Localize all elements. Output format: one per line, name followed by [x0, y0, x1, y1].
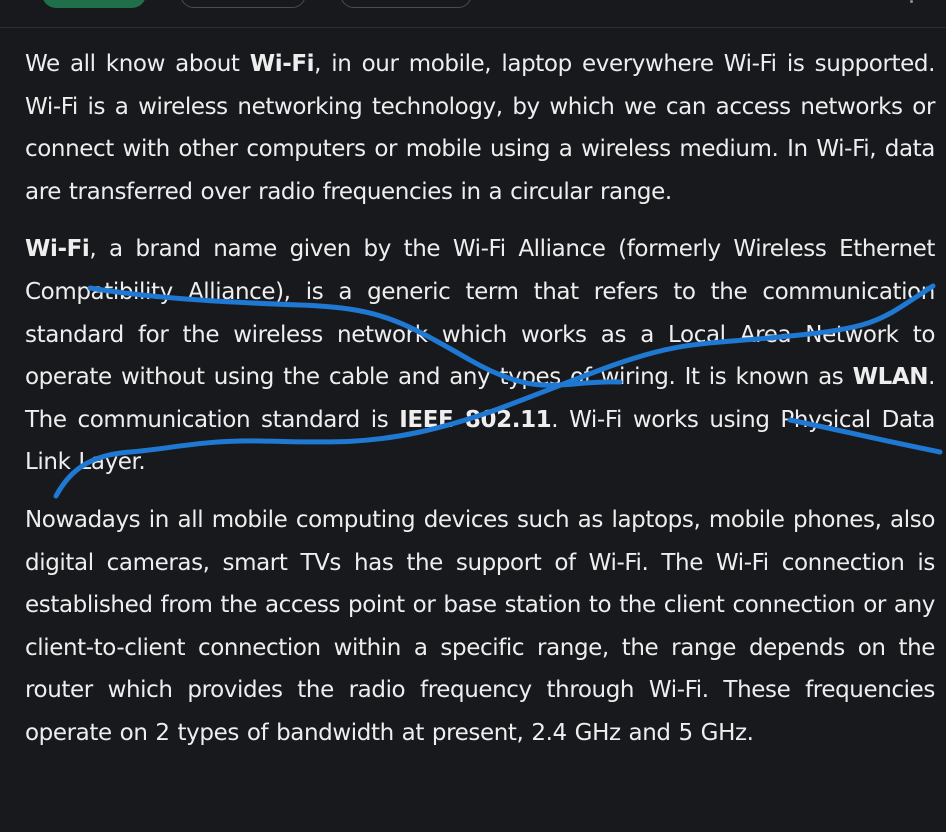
more-options-icon[interactable]	[910, 0, 913, 3]
top-toolbar	[0, 0, 946, 28]
paragraph-intro: We all know about Wi-Fi, in our mobile, …	[25, 43, 935, 213]
tertiary-tab-button[interactable]	[340, 0, 472, 8]
text-run: Nowadays in all mobile computing devices…	[25, 506, 935, 746]
text-run: We all know about	[25, 51, 250, 77]
paragraph-definition: Wi-Fi, a brand name given by the Wi-Fi A…	[25, 228, 935, 484]
secondary-tab-button[interactable]	[180, 0, 306, 8]
text-run: , a brand name given by the Wi-Fi Allian…	[25, 236, 935, 391]
bold-term: IEEE 802.11	[399, 406, 552, 433]
article-body: We all know about Wi-Fi, in our mobile, …	[25, 43, 935, 755]
bold-term: WLAN	[852, 364, 929, 391]
bold-term: Wi-Fi	[25, 236, 90, 263]
bold-term: Wi-Fi	[249, 51, 315, 77]
paragraph-devices: Nowadays in all mobile computing devices…	[25, 499, 935, 755]
primary-tab-button[interactable]	[42, 0, 146, 8]
